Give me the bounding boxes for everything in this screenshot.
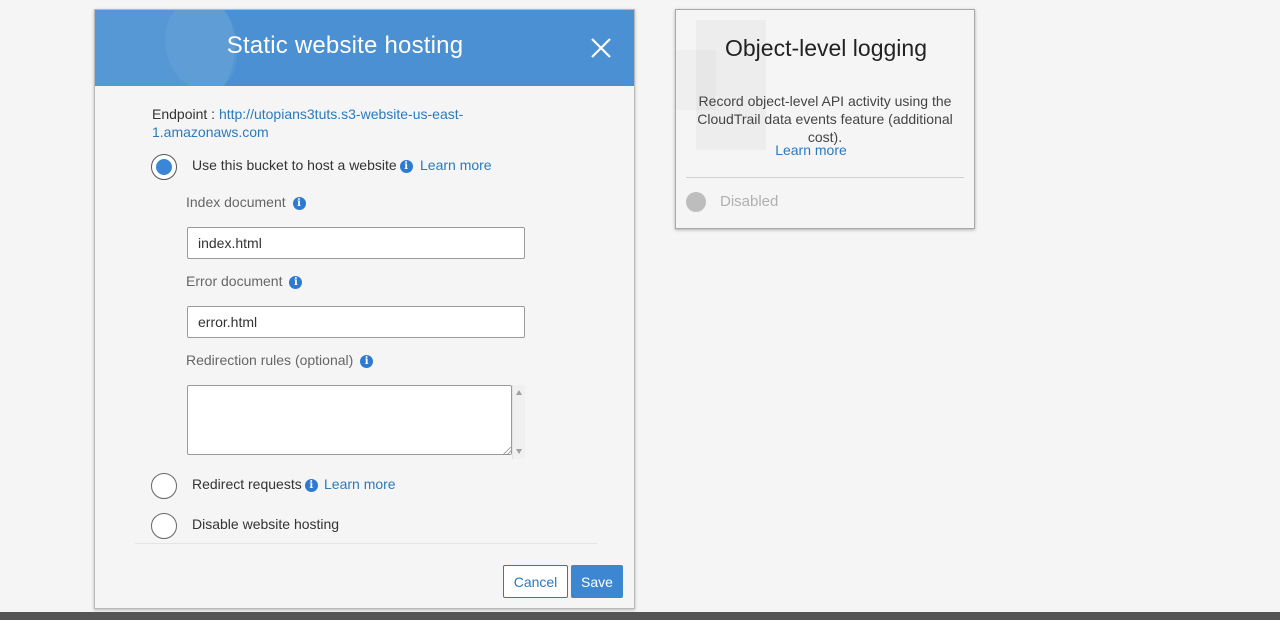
dialog-body: Endpoint : http://utopians3tuts.s3-websi… — [95, 86, 634, 609]
footer-divider — [135, 543, 597, 544]
bottom-bar — [0, 612, 1280, 620]
error-document-input[interactable] — [187, 306, 525, 338]
cancel-button[interactable]: Cancel — [503, 565, 568, 598]
endpoint-line: Endpoint : http://utopians3tuts.s3-websi… — [152, 105, 492, 141]
object-level-logging-card[interactable]: Object-level logging Record object-level… — [675, 9, 975, 229]
redirection-rules-field: Redirection rules (optional) i — [186, 352, 374, 368]
info-icon[interactable]: i — [399, 160, 413, 173]
index-document-field: Index document i — [186, 194, 306, 210]
info-icon[interactable]: i — [292, 197, 306, 210]
redirect-requests-option: Redirect requests i — [192, 476, 318, 492]
dialog-title: Static website hosting — [226, 32, 464, 59]
save-button[interactable]: Save — [571, 565, 623, 598]
info-icon[interactable]: i — [360, 355, 374, 368]
info-icon[interactable]: i — [304, 479, 318, 492]
error-document-label: Error document — [186, 273, 283, 289]
scroll-up-arrow-icon[interactable] — [516, 390, 522, 395]
endpoint-label: Endpoint : — [152, 106, 219, 122]
info-icon[interactable]: i — [289, 276, 303, 289]
logging-status-text: Disabled — [720, 193, 779, 210]
redirect-requests-label: Redirect requests — [192, 476, 302, 492]
host-learn-more-link[interactable]: Learn more — [420, 157, 492, 173]
scroll-down-arrow-icon[interactable] — [516, 449, 522, 454]
redirection-rules-label: Redirection rules (optional) — [186, 352, 354, 368]
status-dot-icon — [686, 192, 706, 212]
static-website-hosting-dialog: Static website hosting Endpoint : http:/… — [94, 9, 635, 609]
host-website-radio[interactable] — [151, 154, 177, 180]
index-document-label: Index document — [186, 194, 286, 210]
logging-card-description: Record object-level API activity using t… — [697, 93, 953, 145]
index-document-input[interactable] — [187, 227, 525, 259]
host-website-label: Use this bucket to host a website — [192, 157, 397, 173]
resize-grip[interactable] — [503, 447, 511, 455]
close-icon[interactable] — [589, 36, 613, 60]
dialog-header: Static website hosting — [95, 10, 634, 86]
logging-card-title: Object-level logging — [724, 35, 927, 61]
redirection-rules-textarea[interactable] — [187, 385, 512, 455]
page: Static website hosting Endpoint : http:/… — [0, 0, 1280, 620]
textarea-scrollbar[interactable] — [512, 385, 525, 459]
disable-hosting-label: Disable website hosting — [192, 516, 340, 532]
redirect-requests-radio[interactable] — [151, 473, 177, 499]
logging-card-divider — [686, 177, 964, 178]
logging-learn-more-link[interactable]: Learn more — [676, 142, 946, 158]
error-document-field: Error document i — [186, 273, 303, 289]
redirect-learn-more-link[interactable]: Learn more — [324, 476, 396, 492]
host-website-option: Use this bucket to host a website i — [192, 157, 413, 173]
disable-hosting-radio[interactable] — [151, 513, 177, 539]
